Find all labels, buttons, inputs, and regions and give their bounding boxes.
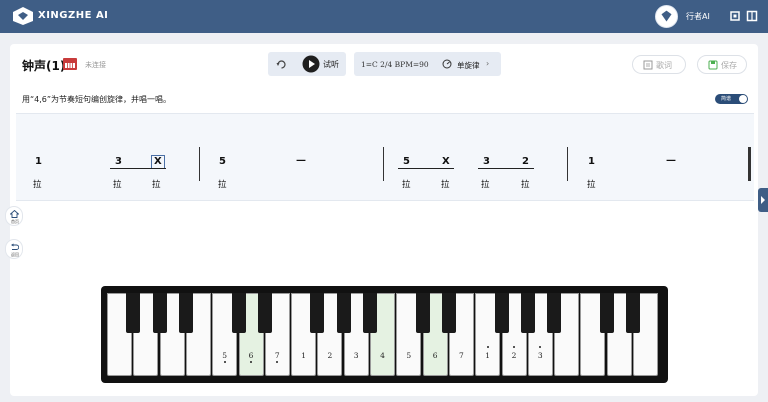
toggle-knob [739, 95, 747, 103]
piano-key-label: 5 [406, 351, 412, 360]
mode-selector[interactable]: 单旋律 [457, 60, 480, 71]
piano-key-label: 5 [222, 351, 228, 360]
piano-black-key[interactable] [152, 293, 167, 333]
piano-key-label: 7 [274, 351, 280, 360]
piano-black-key[interactable] [599, 293, 614, 333]
piano-key-label: 1 [485, 351, 491, 360]
score-end-marker [748, 147, 751, 181]
toggle-label: 简谱 [721, 96, 732, 102]
lyric: 拉 [113, 180, 122, 190]
play-button[interactable] [302, 55, 320, 73]
piano-black-key[interactable] [231, 293, 246, 333]
note-beam [398, 168, 454, 169]
device-icon [63, 58, 77, 70]
piano-black-key[interactable] [415, 293, 430, 333]
octave-dot [513, 346, 515, 348]
mode-icon [442, 59, 452, 69]
piano-key-label: 2 [327, 351, 333, 360]
task-instruction: 用“4,6”为节奏短句编创旋律，并唱一唱。 [22, 95, 172, 104]
piano-black-key[interactable] [178, 293, 193, 333]
score-note[interactable]: 3 [115, 156, 122, 167]
back-icon [11, 243, 19, 250]
back-label: 返回 [11, 252, 19, 257]
score-panel [16, 113, 754, 201]
octave-dot [486, 346, 489, 348]
save-icon [708, 60, 718, 70]
connection-status: 未连接 [85, 61, 106, 69]
home-icon [10, 210, 19, 218]
piano-black-key[interactable] [310, 293, 325, 333]
score-note[interactable]: 1 [588, 156, 595, 167]
score-note[interactable]: X [442, 156, 450, 167]
song-title: 钟声(1) [22, 59, 66, 73]
piano-key-label: 2 [511, 351, 517, 360]
octave-dot [250, 361, 252, 363]
lyric: 拉 [218, 180, 227, 190]
barline [567, 147, 568, 181]
barline [199, 147, 200, 181]
lyrics-icon [643, 60, 653, 70]
user-name[interactable]: 行者AI [686, 11, 710, 22]
lyric: 拉 [152, 180, 161, 190]
score-note[interactable]: 2 [522, 156, 529, 167]
barline [383, 147, 384, 181]
save-button[interactable]: 保存 [697, 55, 747, 74]
home-label: 首页 [11, 219, 19, 224]
notation-toggle[interactable]: 简谱 [715, 94, 748, 104]
piano-black-key[interactable] [494, 293, 509, 333]
piano-key-label: 1 [301, 351, 306, 360]
piano-black-key[interactable] [441, 293, 456, 333]
expand-panel-handle[interactable] [758, 188, 768, 212]
top-bar [0, 0, 768, 33]
lyric: 拉 [402, 180, 411, 190]
lyrics-label: 歌词 [656, 61, 672, 70]
score-note[interactable]: 1 [35, 156, 42, 167]
piano-black-key[interactable] [336, 293, 351, 333]
score-note[interactable]: 5 [403, 156, 410, 167]
lyric: 拉 [33, 180, 42, 190]
loop-icon[interactable] [276, 59, 287, 70]
lyrics-button[interactable]: 歌词 [632, 55, 686, 74]
piano-black-key[interactable] [257, 293, 272, 333]
avatar[interactable] [655, 5, 678, 28]
chevron-right-icon[interactable]: › [486, 59, 489, 68]
score-note-selected[interactable]: X [151, 155, 165, 169]
piano-black-key[interactable] [126, 293, 141, 333]
lyric: 拉 [441, 180, 450, 190]
lyric: 拉 [587, 180, 596, 190]
score-note[interactable]: — [296, 155, 306, 166]
save-label: 保存 [721, 61, 737, 70]
piano-key-label: 6 [248, 351, 254, 360]
piano-key-label: 3 [537, 351, 543, 360]
piano-black-key[interactable] [547, 293, 562, 333]
score-note[interactable]: — [666, 155, 676, 166]
score-note[interactable]: 5 [219, 156, 226, 167]
back-button[interactable]: 返回 [5, 239, 23, 259]
piano-key-label: 4 [380, 351, 385, 360]
piano-key-label: 3 [353, 351, 359, 360]
logo-icon [13, 7, 33, 25]
piano-black-key[interactable] [363, 293, 377, 333]
note-beam [478, 168, 534, 169]
listen-button[interactable]: 试听 [323, 59, 339, 70]
key-signature[interactable]: 1=C 2/4 BPM=90 [361, 60, 429, 69]
piano-black-key[interactable] [626, 293, 640, 333]
piano-key-label: 7 [459, 351, 464, 360]
grid-icon[interactable] [746, 10, 758, 22]
sync-icon[interactable] [729, 10, 741, 22]
octave-dot [223, 361, 226, 363]
lyric: 拉 [481, 180, 490, 190]
app-title: XINGZHE AI [38, 10, 109, 21]
piano-black-key[interactable] [520, 293, 535, 333]
home-button[interactable]: 首页 [5, 206, 23, 226]
score-note[interactable]: 3 [483, 156, 490, 167]
piano-key-label: 6 [432, 351, 438, 360]
lyric: 拉 [521, 180, 530, 190]
note-beam [110, 168, 166, 169]
